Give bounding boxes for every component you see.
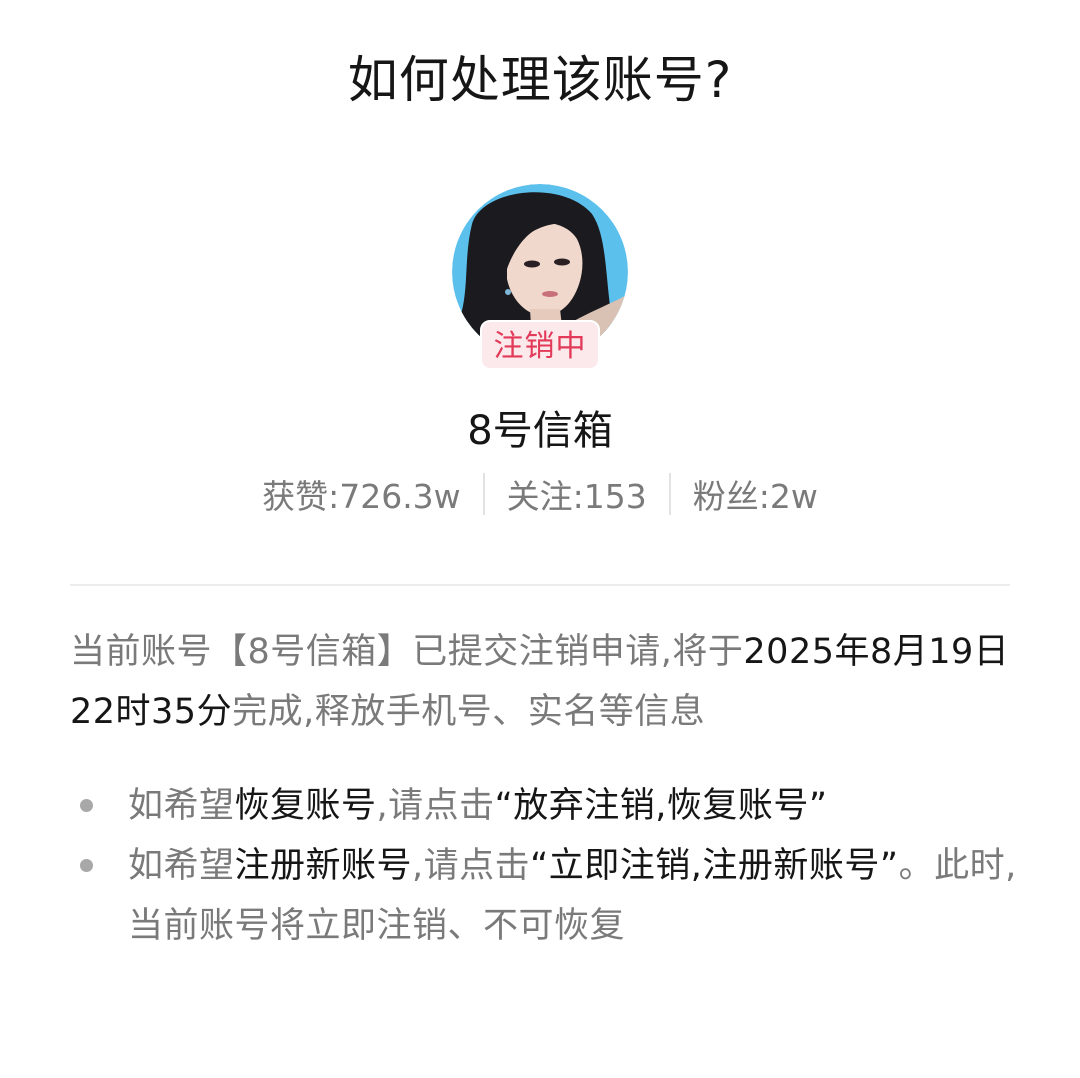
nickname: 8号信箱 <box>467 408 613 454</box>
stats-row: 获赞:726.3w 关注:153 粉丝:2w <box>0 470 1080 518</box>
stat-divider <box>668 473 671 515</box>
stat-likes-value: 726.3w <box>339 477 461 516</box>
avatar-container[interactable]: 注销中 <box>452 184 628 370</box>
stat-likes-label: 获赞: <box>262 477 340 516</box>
stat-following-value: 153 <box>583 477 647 516</box>
section-divider <box>70 584 1010 586</box>
option-restore: 如希望恢复账号,请点击“放弃注销,恢复账号” <box>70 776 1030 836</box>
bullet-dot <box>80 799 93 812</box>
stat-following-label: 关注: <box>506 477 584 516</box>
option-action: 恢复账号 <box>234 786 377 826</box>
stat-followers-label: 粉丝: <box>692 477 770 516</box>
bullet-dot <box>80 859 93 872</box>
stat-likes: 获赞:726.3w <box>262 470 461 518</box>
cancellation-description: 当前账号【8号信箱】已提交注销申请,将于2025年8月19日22时35分完成,释… <box>70 622 1030 742</box>
status-badge: 注销中 <box>480 320 600 370</box>
stat-following: 关注:153 <box>507 470 647 518</box>
stat-divider <box>482 473 485 515</box>
description-text-end: 完成,释放手机号、实名等信息 <box>232 692 706 732</box>
option-prefix: 如希望 <box>128 786 235 826</box>
option-action: 注册新账号 <box>234 846 413 886</box>
stat-followers: 粉丝:2w <box>693 470 818 518</box>
option-mid: ,请点击 <box>376 786 495 826</box>
option-new-account: 如希望注册新账号,请点击“立即注销,注册新账号”。此时,当前账号将立即注销、不可… <box>70 836 1030 956</box>
option-mid: ,请点击 <box>412 846 531 886</box>
page-title: 如何处理该账号? <box>347 51 733 109</box>
options-list: 如希望恢复账号,请点击“放弃注销,恢复账号” 如希望注册新账号,请点击“立即注销… <box>70 776 1030 956</box>
option-button-quote: “放弃注销,恢复账号” <box>494 786 828 826</box>
option-prefix: 如希望 <box>128 846 235 886</box>
description-text: 当前账号【8号信箱】已提交注销申请,将于 <box>70 632 744 672</box>
option-button-quote: “立即注销,注册新账号” <box>530 846 899 886</box>
stat-followers-value: 2w <box>769 477 818 516</box>
